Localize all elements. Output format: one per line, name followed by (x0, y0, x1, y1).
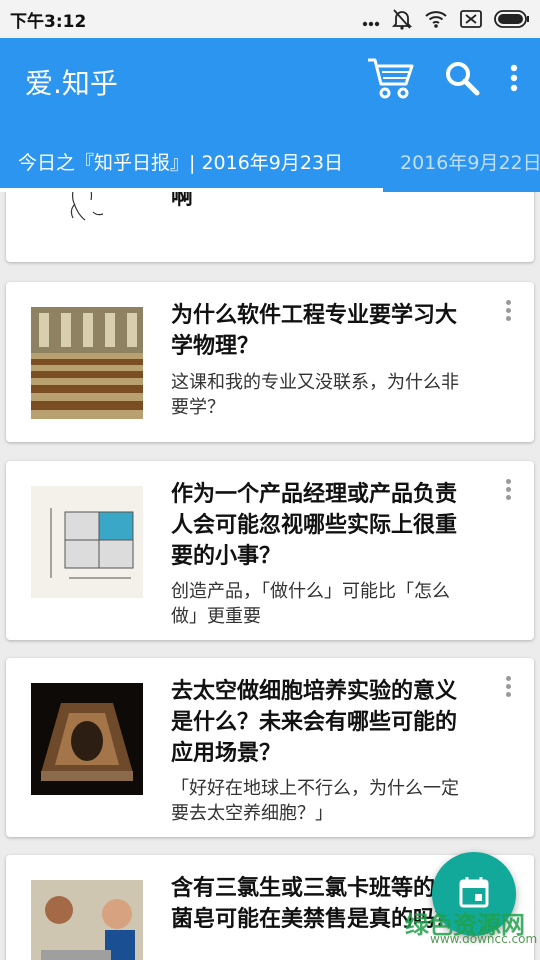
battery-icon (494, 10, 530, 32)
story-summary: 这课和我的专业又没联系，为什么非要学？ (171, 372, 459, 418)
mute-icon (391, 8, 413, 34)
story-summary: 「好好在地球上不行么，为什么一定要去太空养细胞？」 (171, 778, 459, 824)
watermark-url: www.downcc.com (430, 932, 538, 946)
story-thumbnail (31, 683, 143, 795)
story-title: 啊 (171, 192, 194, 210)
more-vert-icon[interactable] (510, 64, 518, 96)
more-options-icon[interactable] (506, 300, 512, 321)
story-card[interactable]: 去太空做细胞培养实验的意义是什么？未来会有哪些可能的应用场景？ 「好好在地球上不… (6, 658, 534, 837)
status-time: 下午3:12 (10, 12, 87, 32)
more-options-icon[interactable] (506, 479, 512, 500)
story-card[interactable]: 作为一个产品经理或产品负责人会可能忽视哪些实际上很重要的小事？ 创造产品，「做什… (6, 461, 534, 640)
story-card[interactable]: 啊 (6, 192, 534, 262)
story-card[interactable]: 为什么软件工程专业要学习大学物理？ 这课和我的专业又没联系，为什么非要学？ (6, 282, 534, 442)
dots-icon (362, 12, 380, 31)
story-thumbnail (31, 880, 143, 960)
app-actions (366, 56, 518, 104)
sim-icon (460, 10, 482, 32)
story-feed[interactable]: 啊 为什么软件工程专业要学习大学物理？ 这课和我的专业又没联系，为什么非要学？ (0, 192, 540, 960)
story-thumbnail (31, 486, 143, 598)
story-title: 作为一个产品经理或产品负责人会可能忽视哪些实际上很重要的小事？ (171, 482, 458, 569)
status-bar: 下午3:12 (0, 0, 540, 38)
app-title: 爱.知乎 (25, 67, 118, 100)
search-icon[interactable] (444, 60, 480, 100)
tab-today[interactable]: 今日之『知乎日报』| 2016年9月23日 (18, 148, 343, 175)
date-tabs: 今日之『知乎日报』| 2016年9月23日 2016年9月22日 (0, 138, 540, 192)
story-thumbnail (31, 192, 143, 236)
story-summary: 创造产品，「做什么」可能比「怎么做」更重要 (171, 581, 450, 627)
cart-icon[interactable] (366, 56, 414, 104)
wifi-icon (424, 10, 448, 32)
story-title: 去太空做细胞培养实验的意义是什么？未来会有哪些可能的应用场景？ (171, 679, 458, 766)
more-options-icon[interactable] (506, 676, 512, 697)
story-thumbnail (31, 307, 143, 419)
app-bar: 爱.知乎 今日之『知乎日报』| 2016年9月23日 2016年9月22日 (0, 38, 540, 192)
status-icons (362, 8, 530, 34)
story-title: 为什么软件工程专业要学习大学物理？ (171, 303, 458, 359)
tab-previous-day[interactable]: 2016年9月22日 (400, 148, 540, 175)
